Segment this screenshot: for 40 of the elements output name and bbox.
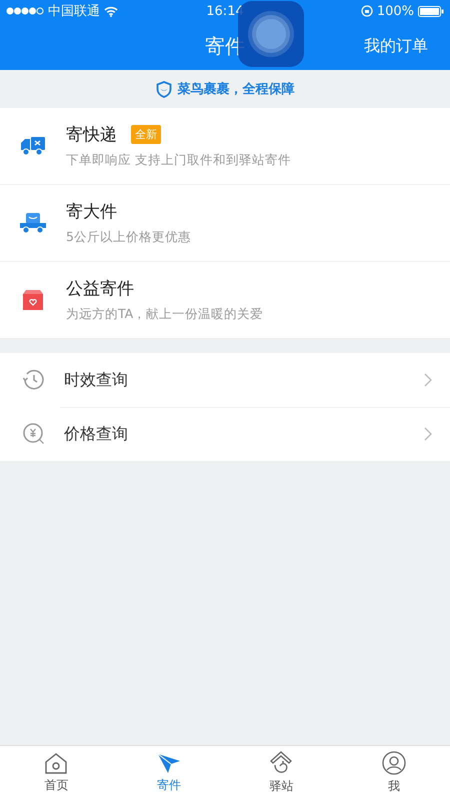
service-title: 公益寄件 (66, 278, 134, 300)
tab-item[interactable]: 首页 (0, 746, 112, 800)
query-item[interactable]: 价格查询 (0, 407, 450, 461)
page-title: 寄件 (205, 32, 245, 60)
cargo-truck-icon (19, 212, 47, 234)
service-description: 5公斤以上价格更优惠 (66, 229, 191, 246)
signal-icon (6, 7, 44, 15)
banner-text: 菜鸟裹裹，全程保障 (178, 80, 294, 98)
history-clock-icon (22, 368, 46, 392)
home-icon (44, 752, 68, 774)
bird-house-icon (269, 751, 294, 775)
query-item[interactable]: 时效查询 (0, 353, 450, 407)
battery-percent: 100% (376, 4, 414, 18)
query-label: 价格查询 (64, 424, 129, 444)
chevron-right-icon (424, 373, 432, 387)
gift-box-icon (22, 290, 44, 310)
service-description: 为远方的TA，献上一份温暖的关爱 (66, 306, 264, 323)
service-item[interactable]: 寄大件 5公斤以上价格更优惠 (0, 185, 450, 262)
service-title: 寄快递 (66, 124, 117, 146)
tab-item[interactable]: 我 (338, 746, 450, 800)
carrier-name: 中国联通 (48, 3, 100, 20)
rotation-lock-icon (360, 5, 373, 17)
tab-item[interactable]: 驿站 (225, 746, 338, 800)
service-description: 下单即响应 支持上门取件和到驿站寄件 (66, 152, 291, 169)
new-badge: 全新 (131, 125, 161, 144)
paper-plane-icon (156, 752, 181, 774)
truck-icon (20, 135, 46, 157)
tab-item[interactable]: 寄件 (112, 746, 225, 800)
chevron-right-icon (424, 427, 432, 441)
price-search-icon (22, 422, 46, 446)
status-time: 16:14 (206, 4, 244, 18)
service-item[interactable]: 寄快递 全新 下单即响应 支持上门取件和到驿站寄件 (0, 108, 450, 185)
shield-icon (156, 80, 172, 98)
query-label: 时效查询 (64, 370, 129, 390)
wifi-icon (104, 6, 118, 16)
service-title: 寄大件 (66, 201, 117, 223)
my-orders-link[interactable]: 我的订单 (364, 36, 428, 56)
user-icon (382, 751, 406, 775)
service-item[interactable]: 公益寄件 为远方的TA，献上一份温暖的关爱 (0, 262, 450, 338)
battery-icon (418, 6, 444, 16)
